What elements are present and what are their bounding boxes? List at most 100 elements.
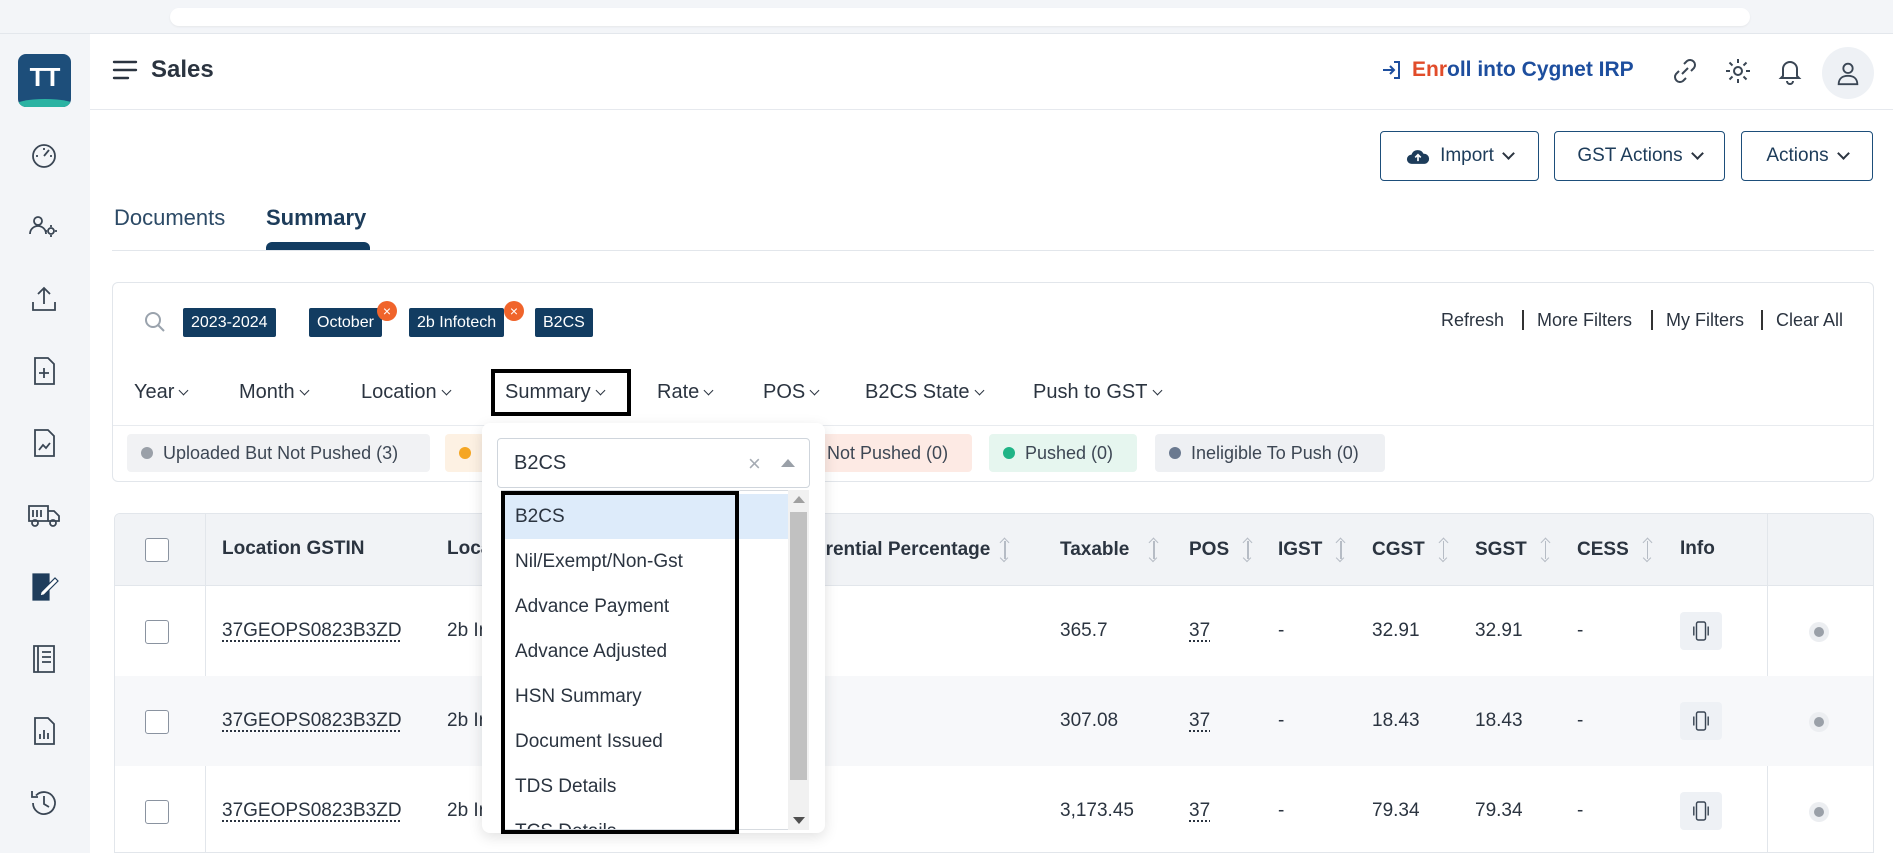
scroll-down-arrow-icon[interactable] <box>793 817 805 824</box>
sort-icon[interactable] <box>1336 538 1346 563</box>
import-button[interactable]: Import <box>1380 131 1539 181</box>
sort-icon[interactable] <box>1642 538 1653 563</box>
scroll-up-arrow-icon[interactable] <box>793 496 805 503</box>
users-settings-icon[interactable] <box>27 210 61 244</box>
sort-icon[interactable] <box>1242 538 1253 563</box>
clear-icon[interactable]: × <box>748 451 761 477</box>
sort-icon[interactable] <box>1000 538 1010 563</box>
filter-chip-summary[interactable]: B2CS <box>535 308 593 337</box>
location-dropdown[interactable]: Location <box>361 381 452 404</box>
filter-chip-month[interactable]: October <box>309 308 382 337</box>
sgst-cell: 79.34 <box>1475 800 1523 821</box>
status-ineligible[interactable]: Ineligible To Push (0) <box>1155 434 1385 472</box>
year-dropdown[interactable]: Year <box>134 381 189 404</box>
sort-icon[interactable] <box>1438 538 1449 563</box>
options-scrollbar[interactable] <box>788 490 809 830</box>
gstin-cell[interactable]: 37GEOPS0823B3ZD <box>222 620 402 642</box>
search-icon[interactable] <box>143 310 167 334</box>
month-dropdown-label: Month <box>239 381 295 403</box>
status-pushed[interactable]: Pushed (0) <box>989 434 1137 472</box>
table-row[interactable]: 37GEOPS0823B3ZD 2b Inf 307.08 37 - 18.43… <box>115 676 1873 766</box>
cess-cell: - <box>1577 800 1584 821</box>
cloud-upload-icon <box>1406 149 1430 164</box>
tab-documents[interactable]: Documents <box>114 205 225 231</box>
col-pos[interactable]: POS <box>1189 538 1253 563</box>
gstin-cell[interactable]: 37GEOPS0823B3ZD <box>222 800 402 822</box>
caret-up-icon[interactable] <box>781 459 795 467</box>
truck-icon[interactable] <box>27 498 61 532</box>
gear-icon[interactable] <box>1723 56 1753 86</box>
enroll-irp-link[interactable]: Enroll into Cygnet IRP <box>1380 58 1634 82</box>
col-taxable[interactable]: Taxable <box>1060 538 1159 563</box>
gst-actions-button[interactable]: GST Actions <box>1554 131 1725 181</box>
more-filters-link[interactable]: More Filters <box>1537 310 1632 331</box>
info-button[interactable] <box>1680 612 1722 650</box>
dashboard-icon[interactable] <box>27 138 61 172</box>
actions-button[interactable]: Actions <box>1741 131 1873 181</box>
status-dot <box>1169 447 1181 459</box>
filter-chip-year[interactable]: 2023-2024 <box>183 308 276 337</box>
col-cess[interactable]: CESS <box>1577 538 1653 563</box>
sort-icon[interactable] <box>1540 538 1551 563</box>
summary-select[interactable]: B2CS × <box>497 438 810 488</box>
refresh-link[interactable]: Refresh <box>1441 310 1504 331</box>
sidebar: TT <box>0 34 90 853</box>
add-document-icon[interactable] <box>27 354 61 388</box>
b2cs-state-dropdown[interactable]: B2CS State <box>865 381 984 404</box>
info-button[interactable] <box>1680 792 1722 830</box>
remove-chip-month-icon[interactable]: × <box>377 301 397 321</box>
col-label: SGST <box>1475 539 1527 560</box>
report-chart-icon[interactable] <box>27 714 61 748</box>
chevron-down-icon <box>1836 147 1850 160</box>
bell-icon[interactable] <box>1775 56 1805 86</box>
sort-icon[interactable] <box>1149 538 1159 563</box>
row-status-dot <box>1809 712 1829 732</box>
year-dropdown-label: Year <box>134 381 175 403</box>
select-value: B2CS <box>514 452 567 474</box>
rate-dropdown[interactable]: Rate <box>657 381 714 404</box>
info-button[interactable] <box>1680 702 1722 740</box>
row-checkbox[interactable] <box>145 800 169 824</box>
link-icon[interactable] <box>1670 56 1700 86</box>
status-uploaded-not-pushed[interactable]: Uploaded But Not Pushed (3) <box>127 434 430 472</box>
filter-chip-location[interactable]: 2b Infotech <box>409 308 505 337</box>
login-arrow-icon <box>1383 61 1400 79</box>
col-cgst[interactable]: CGST <box>1372 538 1449 563</box>
receipt-document-icon[interactable] <box>27 426 61 460</box>
pos-cell[interactable]: 37 <box>1189 800 1210 822</box>
my-filters-link[interactable]: My Filters <box>1666 310 1744 331</box>
push-to-gst-dropdown[interactable]: Push to GST <box>1033 381 1162 404</box>
edit-document-icon[interactable] <box>27 570 61 604</box>
status-dot <box>1003 447 1015 459</box>
ledger-book-icon[interactable] <box>27 642 61 676</box>
row-checkbox[interactable] <box>145 620 169 644</box>
col-differential-percentage[interactable]: erential Percentage <box>815 538 1010 563</box>
cgst-cell: 18.43 <box>1372 710 1420 731</box>
col-label: CGST <box>1372 539 1425 560</box>
upload-icon[interactable] <box>27 282 61 316</box>
app-logo[interactable]: TT <box>18 54 71 107</box>
user-avatar[interactable] <box>1822 47 1874 99</box>
col-label: POS <box>1189 539 1230 560</box>
remove-chip-location-icon[interactable]: × <box>504 301 524 321</box>
pos-dropdown[interactable]: POS <box>763 381 820 404</box>
gstin-cell[interactable]: 37GEOPS0823B3ZD <box>222 710 402 732</box>
month-dropdown[interactable]: Month <box>239 381 310 404</box>
history-icon[interactable] <box>27 786 61 820</box>
clear-all-link[interactable]: Clear All <box>1776 310 1843 331</box>
device-icon <box>1693 801 1709 821</box>
scroll-thumb[interactable] <box>790 512 807 780</box>
pos-cell[interactable]: 37 <box>1189 620 1210 642</box>
select-all-checkbox[interactable] <box>145 538 169 562</box>
tab-summary[interactable]: Summary <box>266 205 366 231</box>
col-location-gstin[interactable]: Location GSTIN <box>222 538 365 560</box>
menu-icon[interactable] <box>112 59 138 81</box>
status-not-pushed[interactable]: Not Pushed (0) <box>812 434 972 472</box>
col-sgst[interactable]: SGST <box>1475 538 1551 563</box>
row-checkbox[interactable] <box>145 710 169 734</box>
pos-cell[interactable]: 37 <box>1189 710 1210 732</box>
cgst-cell: 32.91 <box>1372 620 1420 641</box>
table-row[interactable]: 37GEOPS0823B3ZD 2b Inf 365.7 37 - 32.91 … <box>115 586 1873 676</box>
table-row[interactable]: 37GEOPS0823B3ZD 2b Inf 3,173.45 37 - 79.… <box>115 766 1873 852</box>
col-igst[interactable]: IGST <box>1278 538 1346 563</box>
